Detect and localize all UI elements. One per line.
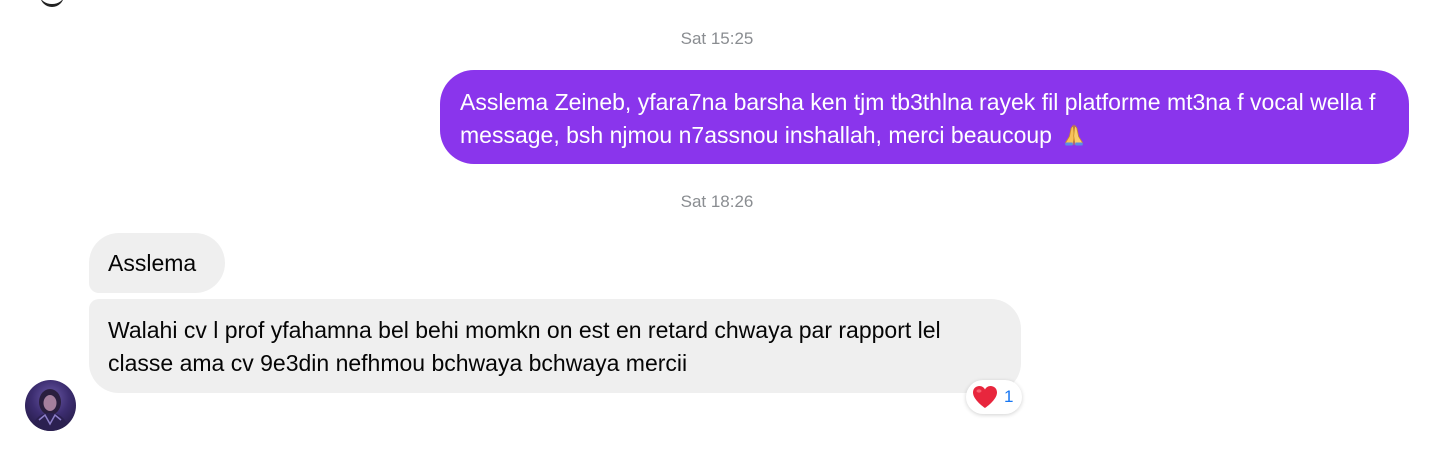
message-text: Asslema (108, 250, 197, 276)
red-heart-icon (973, 386, 997, 408)
reaction-count: 1 (1004, 387, 1014, 406)
partial-avatar-edge (40, 0, 64, 7)
message-timestamp: Sat 15:25 (680, 29, 754, 48)
sender-avatar[interactable] (25, 380, 76, 431)
folded-hands-icon (1065, 124, 1084, 146)
message-text: Walahi cv l prof yfahamna bel behi momkn… (108, 317, 941, 376)
avatar-portrait (31, 389, 70, 431)
message-timestamp: Sat 18:26 (680, 192, 754, 211)
message-reaction[interactable]: 1 (966, 380, 1022, 414)
incoming-message-bubble[interactable]: Asslema (89, 233, 225, 293)
incoming-message-bubble[interactable]: Walahi cv l prof yfahamna bel behi momkn… (89, 299, 1021, 393)
message-text: Asslema Zeineb, yfara7na barsha ken tjm … (460, 89, 1376, 148)
outgoing-message-bubble[interactable]: Asslema Zeineb, yfara7na barsha ken tjm … (440, 70, 1409, 164)
